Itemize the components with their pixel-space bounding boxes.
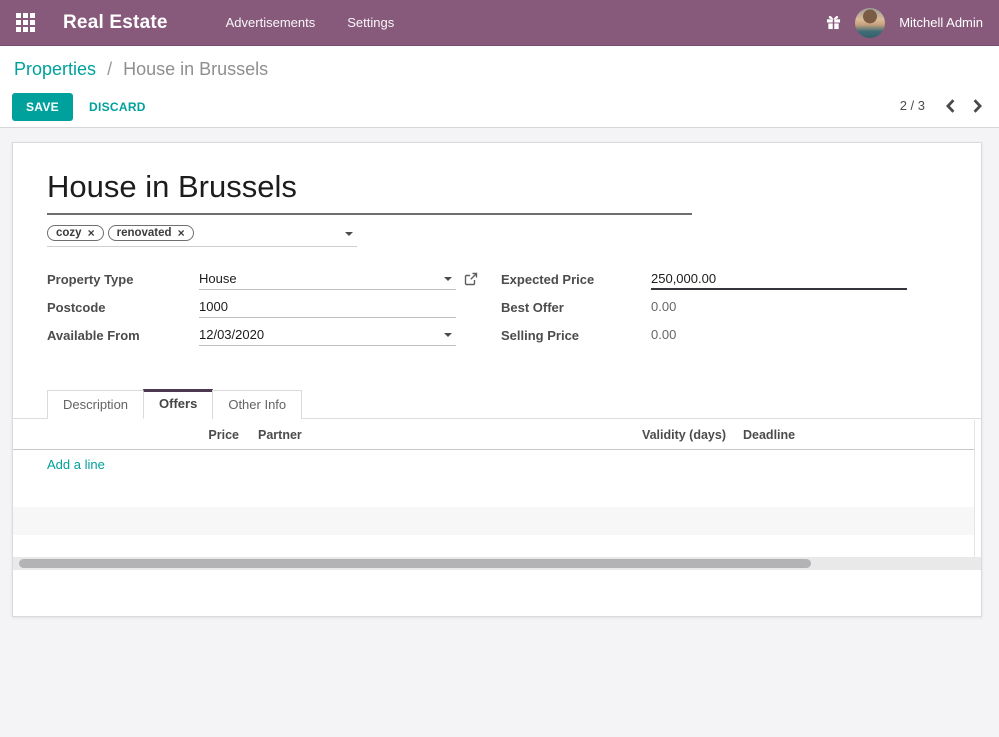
column-deadline[interactable]: Deadline: [743, 428, 795, 442]
selling-price-value: 0.00: [651, 325, 907, 346]
pager-value: 2 / 3: [900, 98, 925, 113]
tab-description[interactable]: Description: [47, 390, 144, 419]
table-row: [13, 507, 981, 535]
date-dropdown-icon[interactable]: [444, 333, 452, 337]
property-name-input[interactable]: House in Brussels: [47, 165, 692, 215]
table-right-gutter: [974, 420, 981, 557]
field-property-type: Property Type House: [47, 269, 456, 297]
horizontal-scrollbar[interactable]: [13, 557, 981, 570]
navbar-menus: Advertisements Settings: [226, 15, 395, 30]
postcode-input[interactable]: 1000: [199, 297, 456, 318]
tab-offers[interactable]: Offers: [143, 389, 213, 419]
chevron-left-icon[interactable]: [945, 99, 956, 113]
tag-renovated: renovated ×: [108, 225, 194, 241]
external-link-icon[interactable]: [464, 272, 478, 291]
field-selling-price: Selling Price 0.00: [501, 325, 907, 353]
offers-table-header: Price Partner Validity (days) Deadline S…: [13, 420, 981, 450]
control-panel-buttons: SAVE DISCARD: [12, 93, 983, 121]
column-partner[interactable]: Partner: [258, 428, 302, 442]
gift-icon[interactable]: [826, 15, 841, 30]
top-navbar: Real Estate Advertisements Settings Mitc…: [0, 0, 999, 46]
user-menu[interactable]: Mitchell Admin: [899, 15, 983, 30]
control-panel: Properties / House in Brussels SAVE DISC…: [0, 46, 999, 128]
column-price[interactable]: Price: [13, 428, 239, 442]
notebook-tabs: Description Offers Other Info: [13, 389, 981, 419]
field-best-offer: Best Offer 0.00: [501, 297, 907, 325]
field-expected-price: Expected Price 250,000.00: [501, 269, 907, 297]
apps-menu-icon[interactable]: [16, 13, 35, 32]
breadcrumb-current: House in Brussels: [123, 59, 268, 79]
field-postcode: Postcode 1000: [47, 297, 456, 325]
property-type-dropdown-icon[interactable]: [444, 277, 452, 281]
tag-cozy: cozy ×: [47, 225, 104, 241]
breadcrumb: Properties / House in Brussels: [14, 56, 983, 82]
tags-dropdown-icon[interactable]: [345, 232, 353, 236]
content-area: House in Brussels cozy × renovated × Pro…: [0, 128, 999, 737]
scrollbar-thumb[interactable]: [19, 559, 811, 568]
menu-settings[interactable]: Settings: [347, 15, 394, 30]
form-sheet: House in Brussels cozy × renovated × Pro…: [12, 142, 982, 617]
tag-renovated-remove-icon[interactable]: ×: [178, 227, 185, 239]
field-available-from: Available From 12/03/2020: [47, 325, 456, 353]
property-type-input[interactable]: House: [199, 269, 456, 290]
user-avatar[interactable]: [855, 8, 885, 38]
discard-button[interactable]: DISCARD: [89, 100, 146, 114]
table-row: [13, 479, 981, 507]
breadcrumb-properties[interactable]: Properties: [14, 59, 96, 79]
breadcrumb-separator: /: [107, 59, 112, 79]
best-offer-value: 0.00: [651, 297, 907, 318]
save-button[interactable]: SAVE: [12, 93, 73, 121]
add-a-line-link[interactable]: Add a line: [47, 457, 105, 472]
field-grid: Property Type House P: [47, 269, 947, 353]
available-from-input[interactable]: 12/03/2020: [199, 325, 456, 346]
tags-input[interactable]: cozy × renovated ×: [47, 225, 357, 247]
offers-table-body: Add a line: [13, 451, 981, 557]
tab-other-info[interactable]: Other Info: [212, 390, 302, 419]
menu-advertisements[interactable]: Advertisements: [226, 15, 316, 30]
navbar-right: Mitchell Admin: [826, 8, 983, 38]
column-validity[interactable]: Validity (days): [513, 428, 726, 442]
chevron-right-icon[interactable]: [972, 99, 983, 113]
table-row: Add a line: [13, 451, 981, 479]
pager: 2 / 3: [900, 98, 983, 113]
tag-cozy-remove-icon[interactable]: ×: [88, 227, 95, 239]
table-row: [13, 535, 981, 557]
app-title[interactable]: Real Estate: [63, 12, 168, 34]
expected-price-input[interactable]: 250,000.00: [651, 269, 907, 290]
